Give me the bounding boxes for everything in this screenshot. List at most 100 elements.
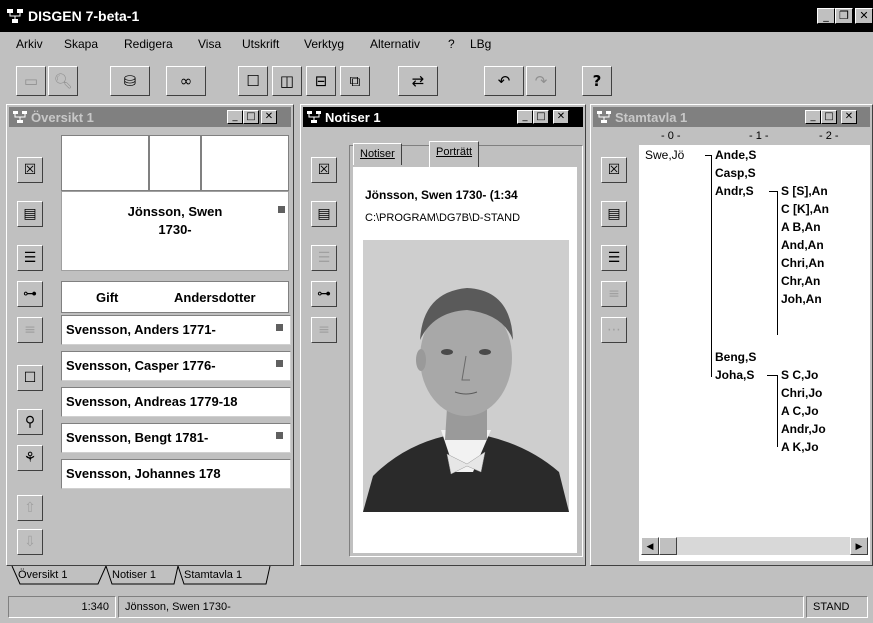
pedigree-gen2[interactable]: C [K],An <box>781 202 829 216</box>
horizontal-scrollbar[interactable]: ◀ ▶ <box>641 537 868 555</box>
child-row[interactable]: Svensson, Casper 1776- <box>61 351 291 381</box>
pedigree-gen2[interactable]: A C,Jo <box>781 404 819 418</box>
ancestors-icon[interactable]: ⚲ <box>17 409 43 435</box>
notes-icon[interactable]: ☰ <box>311 245 337 271</box>
delete-icon[interactable]: ☒ <box>311 157 337 183</box>
descendants-icon[interactable]: ⚘ <box>17 445 43 471</box>
print-preview-icon[interactable]: 🔍︎ <box>48 66 78 96</box>
doc-tab-pedigree[interactable]: Stamtavla 1 <box>184 569 242 581</box>
menu-help[interactable]: ? <box>448 37 455 51</box>
tab-notiser[interactable]: Notiser <box>353 143 402 165</box>
father-cell[interactable] <box>61 135 149 191</box>
print-icon[interactable]: ▭ <box>16 66 46 96</box>
window-cascade-icon[interactable]: ⧉ <box>340 66 370 96</box>
scroll-thumb[interactable] <box>659 537 677 555</box>
menu-visa[interactable]: Visa <box>198 37 221 51</box>
help-button[interactable]: ? <box>582 66 612 96</box>
child-row[interactable]: Svensson, Johannes 178 <box>61 459 291 489</box>
notes-title-bar[interactable]: Notiser 1 _ □ ✕ <box>303 107 583 127</box>
pedigree-gen2[interactable]: Chri,An <box>781 256 824 270</box>
window-split-horizontal-icon[interactable]: ⊟ <box>306 66 336 96</box>
maximize-button[interactable]: □ <box>821 110 837 124</box>
restore-button[interactable]: ❐ <box>835 8 853 24</box>
tree-list-icon[interactable]: ⊶ <box>311 281 337 307</box>
window-icon[interactable]: ☐ <box>17 365 43 391</box>
delete-icon[interactable]: ☒ <box>17 157 43 183</box>
pedigree-gen1[interactable]: Andr,S <box>715 184 754 198</box>
minimize-button[interactable]: _ <box>805 110 821 124</box>
arrow-up-icon[interactable]: ⇧ <box>17 495 43 521</box>
document-icon[interactable]: ▤ <box>17 201 43 227</box>
pedigree-window: Stamtavla 1 _ □ ✕ ☒ ▤ ☰ ≡ ⋯ - 0 - - 1 - … <box>590 104 873 566</box>
list-icon[interactable]: ≡ <box>601 281 627 307</box>
minimize-button[interactable]: _ <box>517 110 533 124</box>
doc-tab-notes[interactable]: Notiser 1 <box>112 569 156 581</box>
pedigree-gen2[interactable]: A B,An <box>781 220 821 234</box>
document-icon[interactable]: ▤ <box>311 201 337 227</box>
column-header: - 0 - - 1 - - 2 - <box>639 129 870 145</box>
menu-utskrift[interactable]: Utskrift <box>242 37 279 51</box>
list-icon[interactable]: ≡ <box>311 317 337 343</box>
menu-lbg[interactable]: LBg <box>470 37 491 51</box>
list-icon[interactable]: ≡ <box>17 317 43 343</box>
close-button[interactable]: ✕ <box>261 110 277 124</box>
doc-tab-overview[interactable]: Översikt 1 <box>18 569 68 581</box>
main-person-card[interactable]: Jönsson, Swen 1730- <box>61 191 289 271</box>
tab-portratt[interactable]: Porträtt <box>429 141 480 167</box>
pedigree-gen1[interactable]: Joha,S <box>715 368 754 382</box>
list-detail-icon[interactable]: ⋯ <box>601 317 627 343</box>
pedigree-gen2[interactable]: Andr,Jo <box>781 422 826 436</box>
notes-title: Notiser 1 <box>325 110 381 125</box>
document-icon[interactable]: ▤ <box>601 201 627 227</box>
grandparent-cell[interactable] <box>201 135 289 191</box>
arrow-down-icon[interactable]: ⇩ <box>17 529 43 555</box>
overview-title-bar[interactable]: Översikt 1 _ □ ✕ <box>9 107 291 127</box>
portrait-page: Jönsson, Swen 1730- (1:34 C:\PROGRAM\DG7… <box>353 167 577 553</box>
switch-icon[interactable]: ⇄ <box>398 66 438 96</box>
pedigree-gen2[interactable]: And,An <box>781 238 824 252</box>
menu-skapa[interactable]: Skapa <box>64 37 98 51</box>
redo-icon[interactable]: ↷ <box>526 66 556 96</box>
notes-icon[interactable]: ☰ <box>601 245 627 271</box>
menu-alternativ[interactable]: Alternativ <box>370 37 420 51</box>
pedigree-gen1[interactable]: Ande,S <box>715 148 756 162</box>
minimize-button[interactable]: _ <box>227 110 243 124</box>
maximize-button[interactable]: □ <box>533 110 549 124</box>
mother-cell[interactable] <box>149 135 201 191</box>
child-row[interactable]: Svensson, Andreas 1779-18 <box>61 387 291 417</box>
close-button[interactable]: ✕ <box>841 110 857 124</box>
delete-icon[interactable]: ☒ <box>601 157 627 183</box>
database-icon[interactable]: ⛁ <box>110 66 150 96</box>
menu-verktyg[interactable]: Verktyg <box>304 37 344 51</box>
tree-list-icon[interactable]: ⊶ <box>17 281 43 307</box>
undo-icon[interactable]: ↶ <box>484 66 524 96</box>
pedigree-gen1[interactable]: Casp,S <box>715 166 756 180</box>
marriage-row[interactable]: Gift Andersdotter <box>61 281 289 313</box>
child-row[interactable]: Svensson, Bengt 1781- <box>61 423 291 453</box>
window-split-vertical-icon[interactable]: ◫ <box>272 66 302 96</box>
pedigree-gen2[interactable]: A K,Jo <box>781 440 819 454</box>
status-database: STAND <box>806 596 868 618</box>
maximize-button[interactable]: □ <box>243 110 259 124</box>
spouse-name[interactable]: Andersdotter <box>174 290 256 305</box>
pedigree-gen2[interactable]: Chr,An <box>781 274 820 288</box>
window-single-icon[interactable]: ☐ <box>238 66 268 96</box>
pedigree-title-bar[interactable]: Stamtavla 1 _ □ ✕ <box>593 107 870 127</box>
pedigree-gen2[interactable]: S [S],An <box>781 184 828 198</box>
minimize-button[interactable]: _ <box>817 8 835 24</box>
close-button[interactable]: ✕ <box>855 8 873 24</box>
app-title-bar[interactable]: DISGEN 7-beta-1 _ ❐ ✕ <box>0 0 873 32</box>
pedigree-root[interactable]: Swe,Jö <box>645 148 684 162</box>
scroll-left-icon[interactable]: ◀ <box>641 537 659 555</box>
pedigree-gen1[interactable]: Beng,S <box>715 350 756 364</box>
pedigree-gen2[interactable]: Chri,Jo <box>781 386 822 400</box>
notes-icon[interactable]: ☰ <box>17 245 43 271</box>
binoculars-icon[interactable]: ∞ <box>166 66 206 96</box>
scroll-right-icon[interactable]: ▶ <box>850 537 868 555</box>
pedigree-gen2[interactable]: S C,Jo <box>781 368 818 382</box>
close-button[interactable]: ✕ <box>553 110 569 124</box>
child-row[interactable]: Svensson, Anders 1771- <box>61 315 291 345</box>
pedigree-gen2[interactable]: Joh,An <box>781 292 822 306</box>
menu-arkiv[interactable]: Arkiv <box>16 37 43 51</box>
menu-redigera[interactable]: Redigera <box>124 37 173 51</box>
